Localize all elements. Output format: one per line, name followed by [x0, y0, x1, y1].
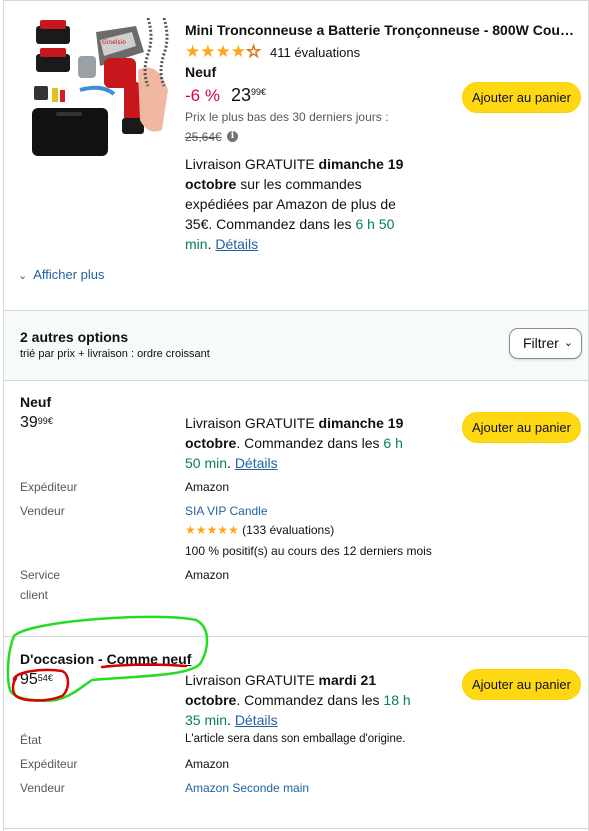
- shipper-value: Amazon: [185, 757, 230, 771]
- delivery-prefix: Livraison GRATUITE: [185, 672, 319, 688]
- seller-label: Vendeur: [20, 781, 65, 795]
- delivery-prefix: Livraison GRATUITE: [185, 156, 319, 172]
- rating-stars-icon[interactable]: ★★★★☆: [185, 42, 262, 62]
- price-currency: €: [261, 87, 267, 97]
- price-currency: €: [47, 673, 53, 683]
- used-offer-price: 9554€: [20, 671, 53, 689]
- current-price: 2399€: [231, 85, 266, 106]
- options-header-bg: [4, 311, 588, 380]
- seller-rating-count: (133 évaluations): [242, 523, 335, 537]
- delivery-conditions: . Commandez dans les: [236, 692, 384, 708]
- filter-label: Filtrer: [523, 335, 559, 351]
- seller-link[interactable]: Amazon Seconde main: [185, 781, 309, 795]
- show-more-link[interactable]: ⌄ Afficher plus: [18, 267, 105, 282]
- product-title[interactable]: Mini Tronconneuse a Batterie Tronçonneus…: [185, 22, 580, 38]
- price-currency: €: [47, 416, 53, 426]
- shipper-value: Amazon: [185, 480, 230, 494]
- divider: [4, 636, 588, 637]
- details-link[interactable]: Détails: [215, 236, 258, 252]
- delivery-message: Livraison GRATUITE mardi 21 octobre. Com…: [185, 672, 411, 728]
- delivery-conditions: . Commandez dans les: [236, 435, 384, 451]
- used-condition-grade[interactable]: Comme neuf: [107, 651, 192, 667]
- offer-price: 3999€: [20, 414, 53, 432]
- sort-description: trié par prix + livraison : ordre croiss…: [20, 348, 210, 360]
- product-image[interactable]: Ginelsio: [26, 18, 172, 158]
- chevron-down-icon: ⌄: [563, 337, 573, 349]
- seller-label: Vendeur: [20, 504, 65, 518]
- used-condition-prefix: D'occasion -: [20, 651, 107, 667]
- price-fraction: 99: [37, 416, 48, 426]
- details-link[interactable]: Détails: [235, 455, 278, 471]
- customer-service-value: Amazon: [185, 568, 230, 582]
- customer-service-label-line2: client: [20, 588, 49, 602]
- shipper-label: Expéditeur: [20, 480, 78, 494]
- empty-star-icon: ☆: [245, 42, 262, 62]
- discount-percent: -6 %: [185, 86, 220, 105]
- delivery-message: Livraison GRATUITE dimanche 19 octobre s…: [185, 156, 404, 252]
- details-link[interactable]: Détails: [235, 712, 278, 728]
- customer-service-label: Service: [20, 568, 61, 582]
- price-whole: 95: [20, 671, 38, 688]
- seller-rating[interactable]: ★★★★★ (133 évaluations): [185, 523, 334, 537]
- seller-positive-feedback: 100 % positif(s) au cours des 12 dernier…: [185, 544, 432, 558]
- delivery-message: Livraison GRATUITE dimanche 19 octobre. …: [185, 415, 404, 471]
- add-to-cart-button[interactable]: Ajouter au panier: [462, 669, 581, 700]
- price-whole: 23: [231, 85, 252, 105]
- show-more-label: Afficher plus: [33, 267, 105, 282]
- filled-stars: ★★★★: [185, 42, 246, 61]
- price-fraction: 99: [251, 87, 262, 97]
- info-icon[interactable]: i: [227, 131, 238, 142]
- delivery-prefix: Livraison GRATUITE: [185, 415, 319, 431]
- divider: [4, 380, 588, 381]
- used-offer-condition: D'occasion - Comme neuf: [20, 651, 191, 667]
- previous-price: 25,64€: [185, 130, 222, 144]
- price-whole: 39: [20, 414, 38, 431]
- offer-condition: Neuf: [20, 394, 52, 410]
- rating-count[interactable]: 411 évaluations: [270, 45, 360, 60]
- divider: [4, 828, 588, 829]
- condition-label: Neuf: [185, 64, 217, 80]
- svg-text:Ginelsio: Ginelsio: [102, 39, 126, 46]
- add-to-cart-button[interactable]: Ajouter au panier: [462, 412, 581, 443]
- seller-stars-icon: ★★★★★: [185, 523, 239, 537]
- state-label: État: [20, 733, 42, 747]
- state-value: L'article sera dans son emballage d'orig…: [185, 733, 406, 745]
- price-fraction: 54: [37, 673, 48, 683]
- add-to-cart-button[interactable]: Ajouter au panier: [462, 82, 581, 113]
- other-options-title: 2 autres options: [20, 329, 129, 345]
- filter-button[interactable]: Filtrer ⌄: [509, 328, 582, 359]
- seller-link[interactable]: SIA VIP Candle: [185, 504, 268, 518]
- chevron-down-icon: ⌄: [18, 270, 28, 282]
- shipper-label: Expéditeur: [20, 757, 78, 771]
- lowest-price-label: Prix le plus bas des 30 derniers jours :: [185, 110, 389, 124]
